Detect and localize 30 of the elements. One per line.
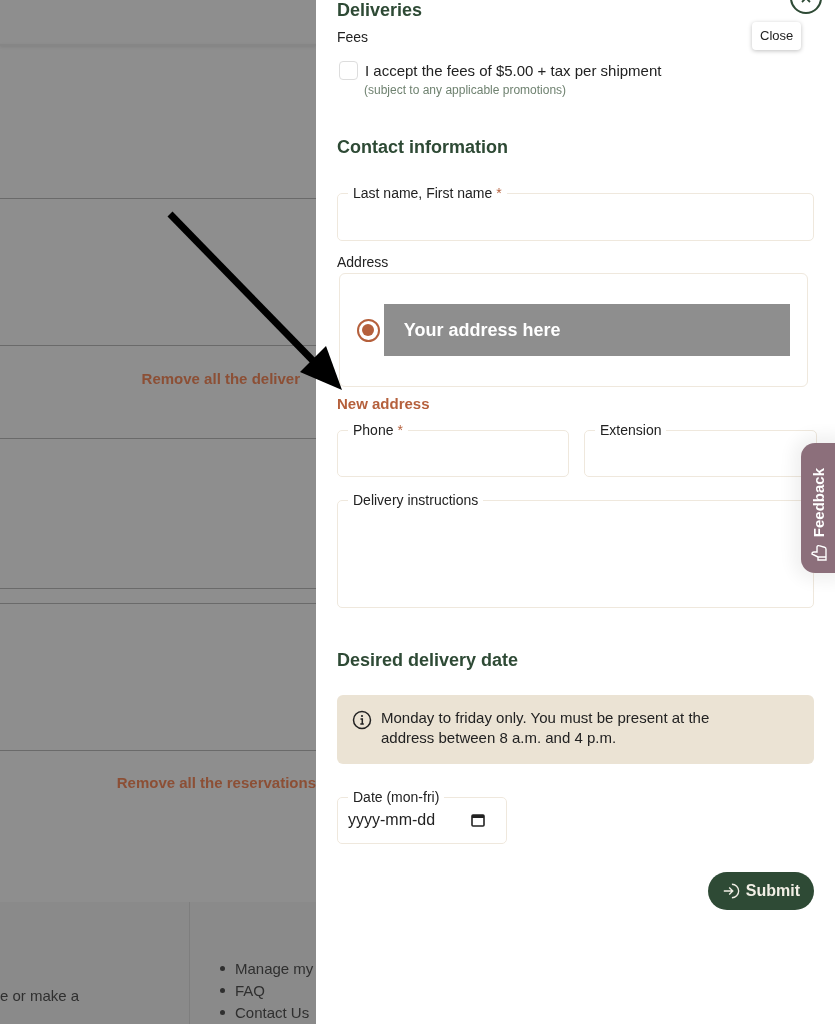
address-label: Address — [337, 254, 390, 270]
calendar-icon[interactable] — [471, 813, 485, 827]
fees-label: Fees — [337, 29, 369, 45]
close-tooltip: Close — [752, 22, 802, 50]
bullet-icon — [220, 966, 225, 972]
submit-button[interactable]: Submit — [707, 872, 814, 910]
section-heading: Contact information — [337, 137, 509, 157]
section-heading: Desired delivery date — [337, 650, 520, 670]
fees-checkbox[interactable] — [339, 61, 358, 80]
feedback-tab[interactable]: Feedback — [801, 443, 835, 573]
footer-link[interactable]: Contact Us — [235, 1003, 310, 1022]
fees-checkbox-label: I accept the fees of $5.00 + tax per shipment — [365, 61, 662, 80]
new-address-link[interactable]: New address — [337, 395, 430, 413]
name-field[interactable]: Last name, First name * — [337, 185, 814, 241]
date-field[interactable]: Date (mon-fri) yyyy-mm-dd — [337, 789, 507, 844]
footer-link[interactable]: FAQ — [235, 981, 265, 1000]
radio-button[interactable] — [357, 318, 380, 342]
address-text: Your address here — [383, 304, 790, 356]
phone-field[interactable]: Phone * — [337, 422, 569, 477]
info-text: Monday to friday only. You must be present at the address between 8 a.m. and 4 p.m. — [381, 708, 711, 748]
info-icon — [352, 710, 372, 730]
bullet-icon — [220, 1010, 225, 1016]
date-placeholder: yyyy-mm-dd — [348, 810, 437, 830]
sign-in-icon — [721, 882, 740, 900]
footer-link[interactable]: Manage my — [235, 959, 314, 978]
panel-title: Deliveries — [337, 0, 423, 20]
bullet-icon — [220, 988, 225, 994]
fees-note: (subject to any applicable promotions) — [364, 83, 567, 97]
thumb-up-icon — [809, 543, 829, 563]
footer-text: e or make a — [0, 986, 80, 1004]
